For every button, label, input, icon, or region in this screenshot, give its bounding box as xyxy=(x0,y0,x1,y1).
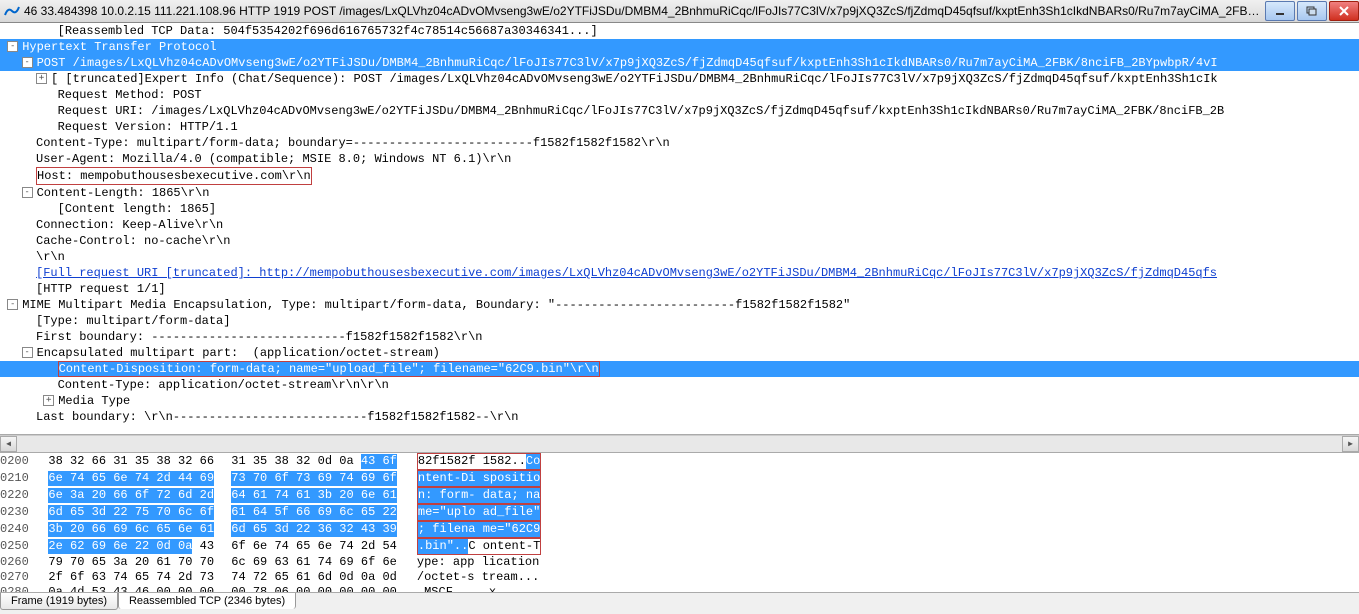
scroll-left-arrow[interactable]: ◀ xyxy=(0,436,17,452)
minimize-button[interactable] xyxy=(1265,1,1295,21)
tree-row[interactable]: [Content length: 1865] xyxy=(0,201,1359,217)
hex-row[interactable]: 0280 0a 4d 53 43 46 00 00 00 00 78 06 00… xyxy=(0,585,1359,592)
hex-row[interactable]: 0270 2f 6f 63 74 65 74 2d 73 74 72 65 61… xyxy=(0,570,1359,585)
maximize-button[interactable] xyxy=(1297,1,1327,21)
tab-reassembled-tcp[interactable]: Reassembled TCP (2346 bytes) xyxy=(118,593,296,609)
window-title: 46 33.484398 10.0.2.15 111.221.108.96 HT… xyxy=(24,4,1263,18)
packet-details-pane[interactable]: [Reassembled TCP Data: 504f5354202f696d6… xyxy=(0,23,1359,435)
tab-frame[interactable]: Frame (1919 bytes) xyxy=(0,593,118,610)
tree-row[interactable]: -Content-Length: 1865\r\n xyxy=(0,185,1359,201)
hex-row[interactable]: 0230 6d 65 3d 22 75 70 6c 6f 61 64 5f 66… xyxy=(0,504,1359,521)
hex-row[interactable]: 0250 2e 62 69 6e 22 0d 0a 43 6f 6e 74 65… xyxy=(0,538,1359,555)
hex-row[interactable]: 0260 79 70 65 3a 20 61 70 70 6c 69 63 61… xyxy=(0,555,1359,570)
tree-row[interactable]: Content-Type: application/octet-stream\r… xyxy=(0,377,1359,393)
packet-bytes-pane[interactable]: 0200 38 32 66 31 35 38 32 66 31 35 38 32… xyxy=(0,453,1359,592)
tree-row[interactable]: [HTTP request 1/1] xyxy=(0,281,1359,297)
tree-row[interactable]: User-Agent: Mozilla/4.0 (compatible; MSI… xyxy=(0,151,1359,167)
collapse-icon[interactable]: - xyxy=(22,347,33,358)
hex-row[interactable]: 0200 38 32 66 31 35 38 32 66 31 35 38 32… xyxy=(0,453,1359,470)
hex-row[interactable]: 0210 6e 74 65 6e 74 2d 44 69 73 70 6f 73… xyxy=(0,470,1359,487)
tree-row-cdisp[interactable]: Content-Disposition: form-data; name="up… xyxy=(0,361,1359,377)
expand-icon[interactable]: + xyxy=(36,73,47,84)
tree-row[interactable]: \r\n xyxy=(0,249,1359,265)
tree-row[interactable]: Content-Type: multipart/form-data; bound… xyxy=(0,135,1359,151)
content-disposition-highlight: Content-Disposition: form-data; name="up… xyxy=(58,361,600,377)
tree-row[interactable]: [Type: multipart/form-data] xyxy=(0,313,1359,329)
tree-row-htp[interactable]: -Hypertext Transfer Protocol xyxy=(0,39,1359,55)
tree-row[interactable]: +[ [truncated]Expert Info (Chat/Sequence… xyxy=(0,71,1359,87)
host-highlight: Host: mempobuthousesbexecutive.com\r\n xyxy=(36,167,312,185)
collapse-icon[interactable]: - xyxy=(7,299,18,310)
collapse-icon[interactable]: - xyxy=(22,187,33,198)
tree-row[interactable]: +Media Type xyxy=(0,393,1359,409)
scroll-right-arrow[interactable]: ▶ xyxy=(1342,436,1359,452)
tree-row[interactable]: Request Method: POST xyxy=(0,87,1359,103)
expand-icon[interactable]: + xyxy=(43,395,54,406)
tree-row-post[interactable]: -POST /images/LxQLVhz04cADvOMvseng3wE/o2… xyxy=(0,55,1359,71)
tree-row[interactable]: Request Version: HTTP/1.1 xyxy=(0,119,1359,135)
tree-row[interactable]: -Encapsulated multipart part: (applicati… xyxy=(0,345,1359,361)
hex-row[interactable]: 0240 3b 20 66 69 6c 65 6e 61 6d 65 3d 22… xyxy=(0,521,1359,538)
close-button[interactable] xyxy=(1329,1,1359,21)
tree-row[interactable]: First boundary: ------------------------… xyxy=(0,329,1359,345)
tree-row[interactable]: Last boundary: \r\n---------------------… xyxy=(0,409,1359,425)
bytes-tab-bar: Frame (1919 bytes) Reassembled TCP (2346… xyxy=(0,592,1359,614)
hex-row[interactable]: 0220 6e 3a 20 66 6f 72 6d 2d 64 61 74 61… xyxy=(0,487,1359,504)
tree-row-mime[interactable]: -MIME Multipart Media Encapsulation, Typ… xyxy=(0,297,1359,313)
tree-row[interactable]: Cache-Control: no-cache\r\n xyxy=(0,233,1359,249)
full-request-uri-link[interactable]: [Full request URI [truncated]: http://me… xyxy=(36,266,1217,280)
window-titlebar: 46 33.484398 10.0.2.15 111.221.108.96 HT… xyxy=(0,0,1359,23)
wireshark-icon xyxy=(4,3,20,19)
tree-row-host[interactable]: Host: mempobuthousesbexecutive.com\r\n xyxy=(0,167,1359,185)
tree-row[interactable]: Connection: Keep-Alive\r\n xyxy=(0,217,1359,233)
tree-row[interactable]: Request URI: /images/LxQLVhz04cADvOMvsen… xyxy=(0,103,1359,119)
collapse-icon[interactable]: - xyxy=(22,57,33,68)
tree-row[interactable]: [Reassembled TCP Data: 504f5354202f696d6… xyxy=(0,23,1359,39)
collapse-icon[interactable]: - xyxy=(7,41,18,52)
horizontal-scrollbar[interactable]: ◀ ▶ xyxy=(0,435,1359,453)
tree-row-fullreq[interactable]: [Full request URI [truncated]: http://me… xyxy=(0,265,1359,281)
